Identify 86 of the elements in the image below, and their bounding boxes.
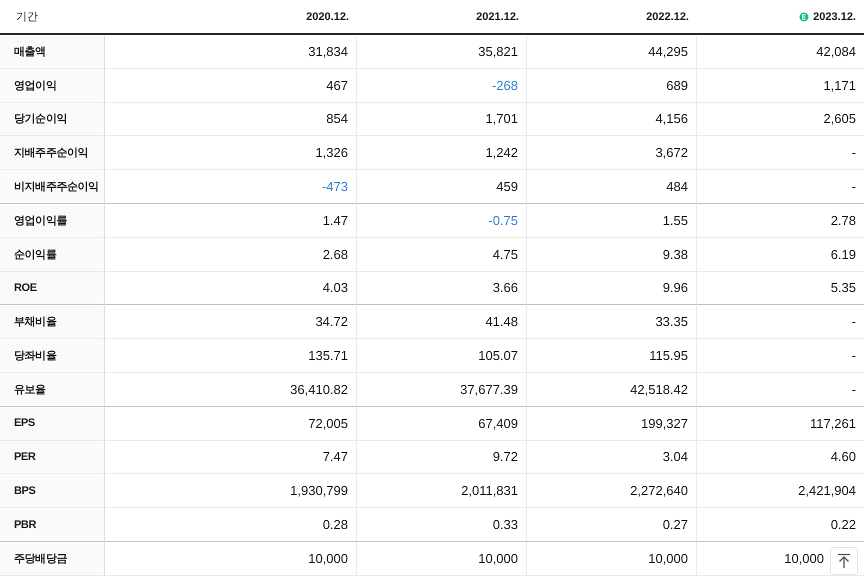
table-cell: 459 [357, 170, 527, 204]
table-cell: 42,084 [697, 35, 864, 69]
row-header-cell: 당좌비율 [0, 339, 105, 373]
table-cell: 34.72 [105, 305, 357, 340]
table-cell: 1,171 [697, 68, 864, 103]
table-cell: - [697, 170, 864, 204]
table-cell: 854 [105, 102, 357, 136]
row-header-cell: ROE [0, 272, 105, 306]
table-cell: 484 [527, 170, 697, 204]
arrow-up-icon [837, 553, 851, 569]
table-cell: 33.35 [527, 305, 697, 340]
table-cell: 4,156 [527, 102, 697, 136]
table-cell: 1.47 [105, 204, 357, 238]
table-cell: 1,701 [357, 102, 527, 136]
table-cell: 67,409 [357, 406, 527, 441]
table-cell: 9.96 [527, 272, 697, 306]
table-cell: 4.60 [697, 440, 864, 474]
table-cell: 2,605 [697, 102, 864, 136]
table-cell: 36,410.82 [105, 372, 357, 407]
row-header-cell: 순이익률 [0, 238, 105, 272]
table-cell: 1,242 [357, 136, 527, 170]
column-header: 2022.12. [646, 10, 689, 22]
table-cell: 0.28 [105, 508, 357, 542]
row-header-cell: 주당배당금 [0, 542, 105, 576]
table-cell: - [697, 339, 864, 373]
table-cell: 5.35 [697, 272, 864, 306]
table-cell: 7.47 [105, 440, 357, 474]
table-cell: 2,272,640 [527, 474, 697, 508]
row-header-cell: PER [0, 440, 105, 474]
row-header-cell: 영업이익 [0, 68, 105, 103]
table-cell: 3.66 [357, 272, 527, 306]
row-header-cell: 유보율 [0, 372, 105, 407]
table-cell: 3.04 [527, 440, 697, 474]
table-cell: -473 [105, 170, 357, 204]
table-cell: 9.72 [357, 440, 527, 474]
table-cell: 2,421,904 [697, 474, 864, 508]
table-cell: 2,011,831 [357, 474, 527, 508]
table-cell: 9.38 [527, 238, 697, 272]
table-cell: -0.75 [357, 204, 527, 238]
table-cell: 31,834 [105, 35, 357, 69]
column-header: 2021.12. [476, 10, 519, 22]
table-cell: - [697, 372, 864, 407]
column-header: 2023.12. [813, 10, 856, 22]
table-cell: 2.68 [105, 238, 357, 272]
row-header-cell: 당기순이익 [0, 102, 105, 136]
table-cell: 42,518.42 [527, 372, 697, 407]
row-header-cell: PBR [0, 508, 105, 542]
table-cell: 0.27 [527, 508, 697, 542]
table-cell: 199,327 [527, 406, 697, 441]
table-cell: 115.95 [527, 339, 697, 373]
table-cell: 10,000 [527, 542, 697, 576]
row-header-cell: EPS [0, 406, 105, 441]
row-header-cell: 지배주주순이익 [0, 136, 105, 170]
table-cell: 4.03 [105, 272, 357, 306]
table-cell: - [697, 136, 864, 170]
table-cell: 37,677.39 [357, 372, 527, 407]
row-header-cell: 비지배주주순이익 [0, 170, 105, 204]
table-cell: 1.55 [527, 204, 697, 238]
row-header-cell: 부채비율 [0, 305, 105, 340]
table-cell: 72,005 [105, 406, 357, 441]
row-header-cell: 매출액 [0, 35, 105, 69]
scroll-to-top-button[interactable] [830, 547, 858, 575]
table-cell: 467 [105, 68, 357, 103]
table-cell: 10,000 [105, 542, 357, 576]
table-cell: 35,821 [357, 35, 527, 69]
table-cell: -268 [357, 68, 527, 103]
table-cell: 0.33 [357, 508, 527, 542]
table-cell: 44,295 [527, 35, 697, 69]
table-cell: 117,261 [697, 406, 864, 441]
table-cell: 1,326 [105, 136, 357, 170]
table-cell: 2.78 [697, 204, 864, 238]
column-header: 2020.12. [306, 10, 349, 22]
table-cell: 10,000 [357, 542, 527, 576]
table-cell: 41.48 [357, 305, 527, 340]
row-header-cell: BPS [0, 474, 105, 508]
row-header-cell: 영업이익률 [0, 204, 105, 238]
table-cell: - [697, 305, 864, 340]
column-header: 기간 [16, 10, 38, 24]
table-cell: 6.19 [697, 238, 864, 272]
table-cell: 0.22 [697, 508, 864, 542]
table-cell: 689 [527, 68, 697, 103]
table-cell: 1,930,799 [105, 474, 357, 508]
table-cell: 135.71 [105, 339, 357, 373]
table-cell: 3,672 [527, 136, 697, 170]
table-cell: 105.07 [357, 339, 527, 373]
table-cell: 4.75 [357, 238, 527, 272]
